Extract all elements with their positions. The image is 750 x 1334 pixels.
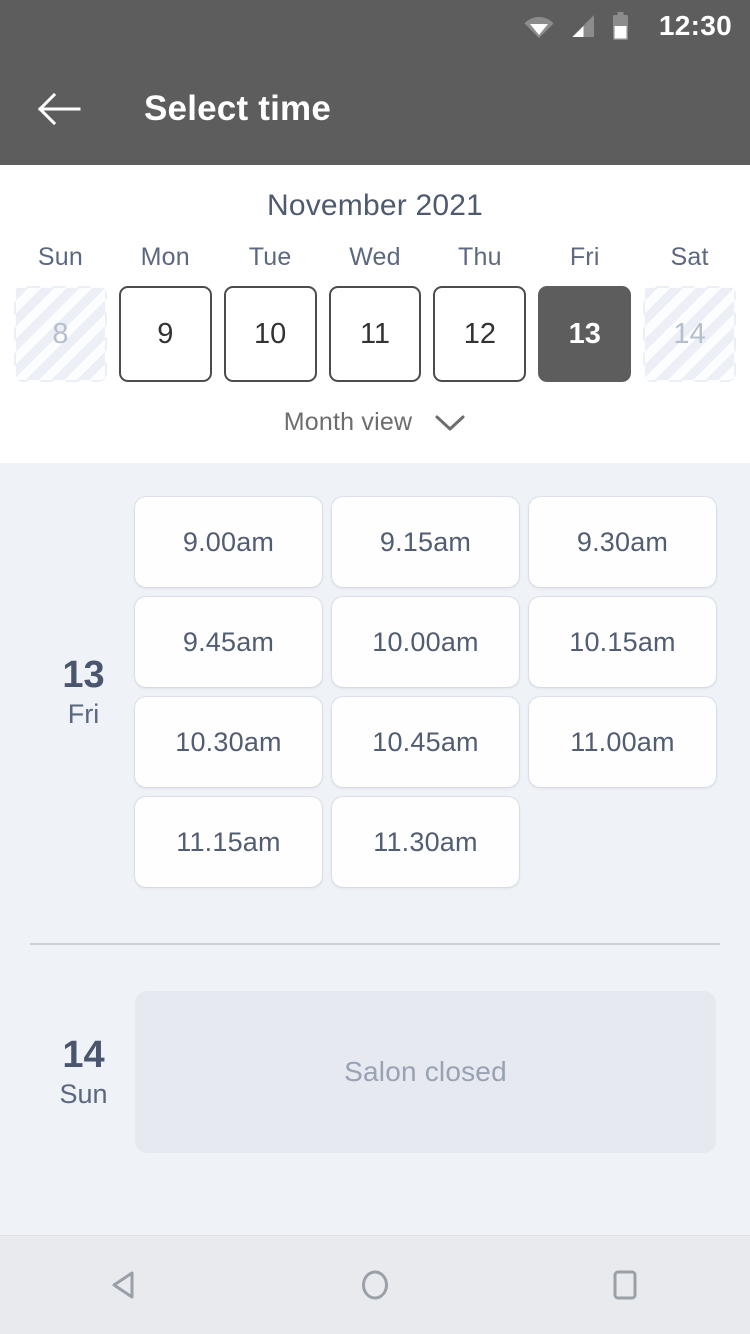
time-slot[interactable]: 9.15am: [332, 497, 519, 587]
time-slot[interactable]: 11.00am: [529, 697, 716, 787]
nav-home-button[interactable]: [315, 1236, 435, 1334]
calendar-day-8: 8: [14, 286, 107, 382]
page-title: Select time: [144, 88, 332, 128]
status-bar: 12:30: [0, 0, 750, 52]
time-slot[interactable]: 10.30am: [135, 697, 322, 787]
nav-home-icon: [362, 1270, 388, 1300]
month-view-toggle[interactable]: Month view: [0, 408, 750, 437]
schedule-date-number: 13: [62, 653, 105, 696]
calendar-weekday-row: Sun Mon Tue Wed Thu Fri Sat: [0, 243, 750, 272]
weekday-label: Thu: [458, 243, 502, 271]
time-slot[interactable]: 10.45am: [332, 697, 519, 787]
schedule-date-weekday: Sun: [59, 1079, 108, 1110]
android-nav-bar: [0, 1235, 750, 1334]
weekday-label: Wed: [349, 243, 401, 271]
weekday-label: Sun: [37, 243, 83, 271]
schedule-date-weekday: Fri: [67, 699, 100, 730]
weekday-label: Sat: [670, 243, 709, 271]
time-slot[interactable]: 11.15am: [135, 797, 322, 887]
battery-icon: [612, 12, 629, 40]
calendar-day-14: 14: [643, 286, 736, 382]
wifi-icon: [524, 13, 554, 39]
weekday-label: Fri: [569, 243, 600, 271]
nav-recents-icon: [613, 1270, 637, 1300]
schedule-content: 13 Fri 9.00am 9.15am 9.30am 9.45am 10.00…: [0, 463, 750, 1235]
calendar-days-row: 8 9 10 11 12 13 14: [0, 286, 750, 382]
signal-icon: [570, 13, 596, 39]
weekday-label: Mon: [140, 243, 190, 271]
calendar-month-title: November 2021: [266, 189, 484, 222]
calendar-panel: November 2021 Sun Mon Tue Wed Thu Fri Sa…: [0, 165, 750, 463]
schedule-day-13-label: 13 Fri: [34, 497, 133, 887]
nav-recents-button[interactable]: [565, 1236, 685, 1334]
calendar-day-10[interactable]: 10: [223, 286, 317, 382]
time-slot[interactable]: 10.00am: [332, 597, 519, 687]
salon-closed-panel: Salon closed: [135, 991, 716, 1153]
status-icons: 12:30: [524, 12, 732, 40]
app-bar: Select time: [0, 52, 750, 165]
nav-back-button[interactable]: [65, 1236, 185, 1334]
calendar-day-9[interactable]: 9: [118, 286, 212, 382]
calendar-day-11[interactable]: 11: [328, 286, 422, 382]
time-slot-grid: 9.00am 9.15am 9.30am 9.45am 10.00am 10.1…: [133, 497, 716, 887]
chevron-down-icon: [435, 415, 465, 430]
calendar-day-12[interactable]: 12: [433, 286, 527, 382]
arrow-left-icon: [37, 92, 81, 125]
time-slot[interactable]: 10.15am: [529, 597, 716, 687]
time-slot[interactable]: 9.00am: [135, 497, 322, 587]
back-button[interactable]: [34, 84, 84, 134]
time-slot[interactable]: 9.45am: [135, 597, 322, 687]
calendar-day-13[interactable]: 13: [538, 286, 632, 382]
schedule-day-14: 14 Sun Salon closed: [0, 945, 750, 1153]
phone-screen: 12:30 Select time November 2021 Sun Mon …: [0, 0, 750, 1334]
month-view-label: Month view: [283, 408, 413, 436]
time-slot[interactable]: 9.30am: [529, 497, 716, 587]
time-slot[interactable]: 11.30am: [332, 797, 519, 887]
status-bar-clock: 12:30: [658, 10, 732, 41]
schedule-date-number: 14: [62, 1033, 105, 1076]
nav-back-icon: [112, 1271, 134, 1299]
weekday-label: Tue: [248, 243, 292, 271]
schedule-day-14-label: 14 Sun: [34, 991, 133, 1153]
schedule-day-13: 13 Fri 9.00am 9.15am 9.30am 9.45am 10.00…: [0, 463, 750, 887]
